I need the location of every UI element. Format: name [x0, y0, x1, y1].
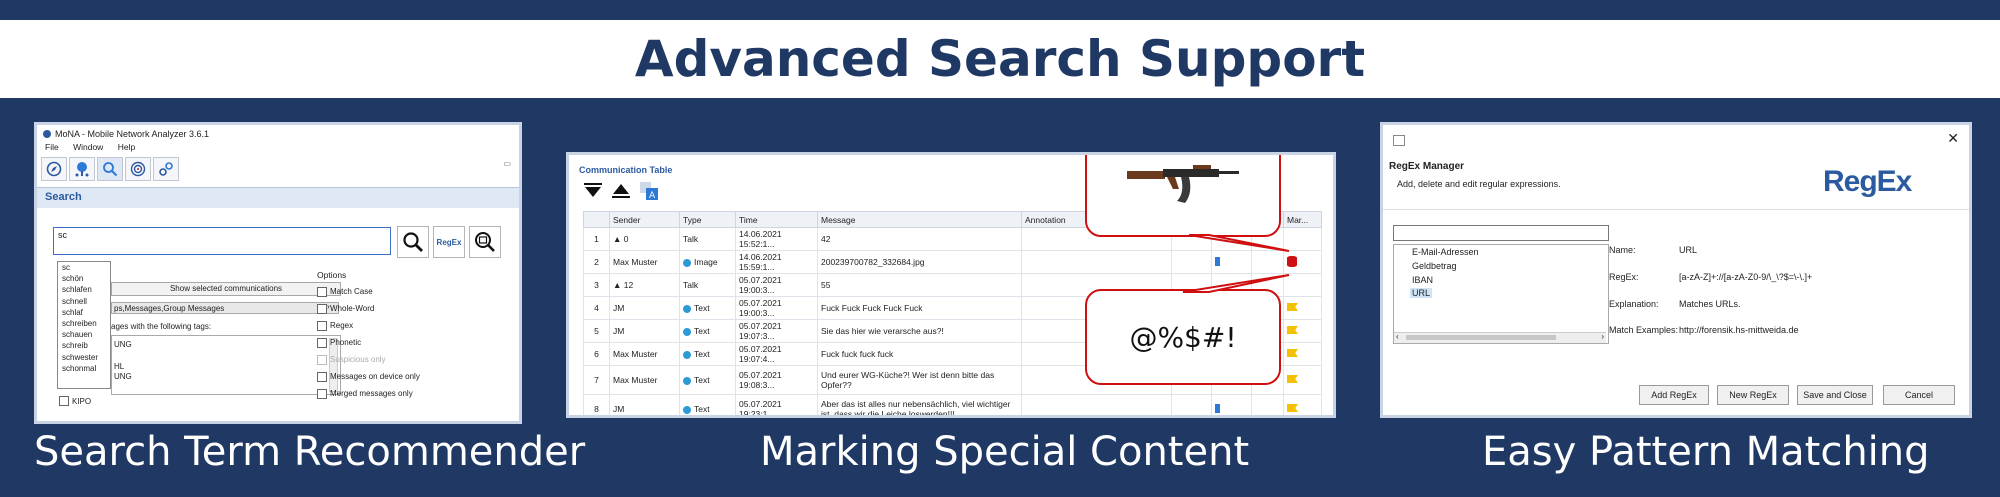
name-value[interactable]: URL	[1679, 245, 1697, 255]
compass-icon[interactable]	[41, 157, 67, 181]
tag-kipo[interactable]: KIPO	[59, 396, 91, 406]
target-icon[interactable]	[125, 157, 151, 181]
tag-item[interactable]: UNG	[114, 340, 132, 349]
option-device-only[interactable]: Messages on device only	[317, 368, 507, 385]
option-regex[interactable]: Regex	[317, 317, 507, 334]
app-logo-icon	[43, 130, 51, 138]
search-section-header: Search	[37, 187, 519, 208]
scroll-left-icon[interactable]: ‹	[1396, 332, 1399, 341]
suggestion-item[interactable]: schonmal	[58, 363, 110, 374]
regex-list-item[interactable]: E-Mail-Adressen	[1412, 247, 1479, 257]
suggestion-item[interactable]: schlafen	[58, 284, 110, 295]
menu-file[interactable]: File	[45, 142, 59, 152]
caption-pattern-matching: Easy Pattern Matching	[1482, 429, 1930, 475]
regex-list-item[interactable]: Geldbetrag	[1412, 261, 1457, 271]
menu-window[interactable]: Window	[73, 142, 103, 152]
scroll-right-icon[interactable]: ›	[1601, 332, 1604, 341]
tag-item[interactable]: HL	[114, 362, 124, 371]
suggestion-item[interactable]: schnell	[58, 296, 110, 307]
regex-logo: RegEx	[1823, 165, 1912, 198]
examples-label: Match Examples:	[1609, 325, 1679, 335]
suggestion-item[interactable]: schlaf	[58, 307, 110, 318]
regex-list-item-selected[interactable]: URL	[1410, 288, 1433, 298]
communication-table-screenshot: Communication Table A Sender Type Time M…	[566, 152, 1336, 418]
checkbox[interactable]	[59, 396, 69, 406]
suggestion-item[interactable]: schwester	[58, 352, 110, 363]
regex-label: RegEx:	[1609, 272, 1639, 282]
search-icon[interactable]	[97, 157, 123, 181]
suggestion-item[interactable]: schön	[58, 273, 110, 284]
regex-list-item[interactable]: IBAN	[1412, 275, 1433, 285]
regex-list[interactable]: E-Mail-Adressen Geldbetrag IBAN URL ‹ ›	[1393, 244, 1609, 344]
search-section-title: Search	[45, 191, 82, 203]
option-match-case[interactable]: Match Case	[317, 283, 507, 300]
option-whole-word[interactable]: Whole-Word	[317, 300, 507, 317]
tags-label: ages with the following tags:	[111, 322, 212, 331]
checkbox[interactable]	[317, 320, 327, 331]
save-and-close-button[interactable]: Save and Close	[1797, 385, 1873, 405]
new-regex-button[interactable]: New RegEx	[1717, 385, 1789, 405]
main-toolbar	[41, 157, 179, 181]
caption-marking-content: Marking Special Content	[760, 429, 1250, 475]
suggestion-dropdown[interactable]: sc schön schlafen schnell schlaf schreib…	[57, 261, 111, 389]
menu-bar: File Window Help	[45, 142, 147, 152]
filter-field[interactable]: ps,Messages,Group Messages	[111, 302, 339, 314]
tag-item[interactable]: UNG	[114, 372, 132, 381]
window-title: MoNA - Mobile Network Analyzer 3.6.1	[55, 129, 210, 139]
title-banner: Advanced Search Support	[0, 20, 2000, 98]
suggestion-item[interactable]: schreiben	[58, 318, 110, 329]
explanation-value[interactable]: Matches URLs.	[1679, 299, 1741, 309]
explanation-label: Explanation:	[1609, 299, 1659, 309]
header-divider	[1383, 209, 1969, 210]
suggestion-item[interactable]: schauen	[58, 329, 110, 340]
page-title: Advanced Search Support	[634, 30, 1366, 88]
regex-value[interactable]: [a-zA-Z]+://[a-zA-Z0-9/\_\?$=\-\.]+	[1679, 272, 1812, 282]
dialog-subtitle: Add, delete and edit regular expressions…	[1397, 179, 1561, 189]
add-regex-button[interactable]: Add RegEx	[1639, 385, 1709, 405]
regex-filter-input[interactable]	[1393, 225, 1609, 241]
options-label: Options	[317, 270, 347, 280]
cancel-button[interactable]: Cancel	[1883, 385, 1955, 405]
dialog-title: RegEx Manager	[1389, 161, 1465, 172]
window-title-bar: MoNA - Mobile Network Analyzer 3.6.1	[43, 129, 209, 139]
suggestion-item[interactable]: schreib	[58, 340, 110, 351]
option-merged-only[interactable]: Merged messages only	[317, 385, 507, 402]
menu-help[interactable]: Help	[118, 142, 135, 152]
caption-search-recommender: Search Term Recommender	[34, 429, 586, 475]
option-suspicious-only: Suspicious only	[317, 351, 507, 368]
checkbox[interactable]	[317, 371, 327, 382]
scroll-thumb[interactable]	[1406, 335, 1556, 340]
show-selected-button[interactable]: Show selected communications	[111, 282, 341, 296]
regex-button[interactable]: RegEx	[433, 226, 465, 258]
checkbox[interactable]	[317, 286, 327, 297]
bubble-pointers	[1182, 234, 1290, 293]
settings-network-icon[interactable]	[153, 157, 179, 181]
regex-manager-screenshot: ✕ RegEx Manager Add, delete and edit reg…	[1380, 122, 1972, 418]
advanced-search-button[interactable]	[469, 226, 501, 258]
minimize-icon[interactable]: ▭	[503, 159, 511, 168]
tag-list[interactable]: UNG HL UNG	[111, 335, 341, 395]
examples-value[interactable]: http://forensik.hs-mittweida.de	[1679, 325, 1799, 335]
checkbox	[317, 354, 327, 365]
checkbox[interactable]	[317, 388, 327, 399]
close-icon[interactable]: ✕	[1947, 130, 1959, 147]
regex-button-label: RegEx	[436, 237, 462, 247]
name-label: Name:	[1609, 245, 1636, 255]
list-horizontal-scrollbar[interactable]: ‹ ›	[1394, 332, 1606, 343]
search-input[interactable]: sc	[53, 227, 391, 255]
dialog-app-icon	[1393, 135, 1405, 146]
search-recommender-screenshot: MoNA - Mobile Network Analyzer 3.6.1 Fil…	[34, 122, 522, 424]
search-button[interactable]	[397, 226, 429, 258]
network-tree-icon[interactable]	[69, 157, 95, 181]
checkbox[interactable]	[317, 303, 327, 314]
checkbox[interactable]	[317, 337, 327, 348]
option-phonetic[interactable]: Phonetic	[317, 334, 507, 351]
suggestion-item[interactable]: sc	[58, 262, 110, 273]
options-panel: Options Match Case Whole-Word Regex Phon…	[317, 270, 507, 402]
